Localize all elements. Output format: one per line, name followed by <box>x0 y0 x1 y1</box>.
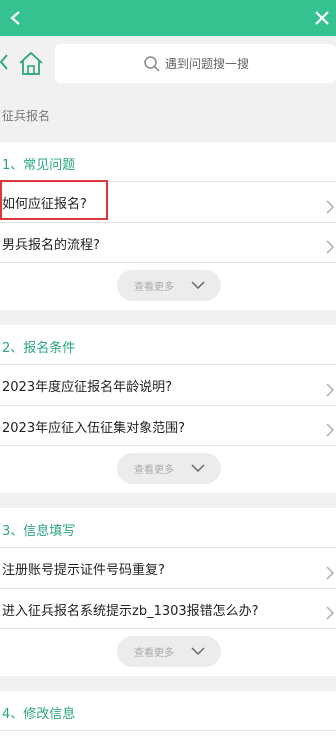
chevron-right-icon <box>326 200 334 214</box>
search-input[interactable]: 遇到问题搜一搜 <box>55 44 336 83</box>
view-more-button[interactable]: 查看更多 <box>117 636 221 667</box>
divider <box>0 262 336 263</box>
chevron-right-icon <box>326 383 334 397</box>
section-title: 1、常见问题 <box>2 158 76 173</box>
divider <box>0 405 336 406</box>
chevron-down-icon <box>191 464 205 473</box>
chevron-down-icon <box>191 647 205 656</box>
chevron-right-icon <box>326 606 334 620</box>
list-item-label: 进入征兵报名系统提示zb_1303报错怎么办? <box>2 604 259 619</box>
divider <box>0 547 336 548</box>
top-bar <box>0 0 336 36</box>
chevron-right-icon <box>326 240 334 254</box>
view-more-button[interactable]: 查看更多 <box>117 453 221 484</box>
section-modify-info: 4、修改信息 <box>0 691 336 747</box>
chevron-left-icon[interactable] <box>6 8 26 28</box>
view-more-label: 查看更多 <box>134 465 174 476</box>
divider <box>0 628 336 629</box>
divider <box>0 222 336 223</box>
highlight-box <box>0 180 108 220</box>
chevron-right-icon <box>326 423 334 437</box>
divider <box>0 445 336 446</box>
section-title: 2、报名条件 <box>2 341 76 356</box>
section-title: 3、信息填写 <box>2 524 76 539</box>
search-icon <box>144 56 160 72</box>
list-item-label: 2023年度应征报名年龄说明? <box>2 380 172 395</box>
chevron-down-icon <box>191 281 205 290</box>
search-placeholder: 遇到问题搜一搜 <box>165 57 250 71</box>
back-arrow-icon[interactable] <box>0 52 12 72</box>
list-item-label: 2023年应征入伍征集对象范围? <box>2 421 185 436</box>
view-more-button[interactable]: 查看更多 <box>117 270 221 301</box>
divider <box>0 588 336 589</box>
section-info-fill: 3、信息填写 注册账号提示证件号码重复? 进入征兵报名系统提示zb_1303报错… <box>0 508 336 676</box>
chevron-right-icon <box>326 566 334 580</box>
view-more-label: 查看更多 <box>134 648 174 659</box>
list-item-label: 注册账号提示证件号码重复? <box>2 563 165 578</box>
breadcrumb: 征兵报名 <box>2 109 51 123</box>
view-more-label: 查看更多 <box>134 282 174 293</box>
home-icon[interactable] <box>18 50 44 76</box>
section-common-questions: 1、常见问题 如何应征报名? 男兵报名的流程? 查看更多 <box>0 142 336 310</box>
section-title: 4、修改信息 <box>2 707 76 722</box>
list-item-label: 男兵报名的流程? <box>2 238 100 253</box>
section-requirements: 2、报名条件 2023年度应征报名年龄说明? 2023年应征入伍征集对象范围? … <box>0 325 336 493</box>
divider <box>0 730 336 731</box>
close-icon[interactable] <box>312 8 332 28</box>
divider <box>0 364 336 365</box>
